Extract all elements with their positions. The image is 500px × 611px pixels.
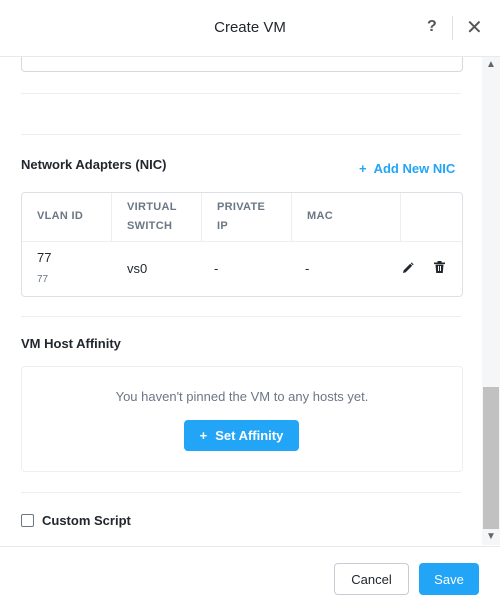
affinity-section-title: VM Host Affinity [21,336,121,351]
header-divider [452,16,453,40]
column-divider [400,193,401,241]
add-new-nic-link[interactable]: + Add New NIC [359,161,455,176]
column-header-line: PRIVATE [217,201,266,213]
dialog-title: Create VM [214,19,286,36]
virtual-switch-cell: vs0 [127,261,148,276]
mac-cell: - [305,261,310,276]
pencil-icon[interactable] [402,262,414,274]
column-header-vlan-id: VLAN ID [37,207,83,226]
affinity-empty-message: You haven't pinned the VM to any hosts y… [115,389,369,404]
dialog-header: Create VM ? ✕ [0,0,500,57]
plus-icon: + [359,161,367,176]
dialog-body[interactable]: Network Adapters (NIC) + Add New NIC VLAN… [0,57,482,545]
section-divider [21,492,461,493]
scroll-up-arrow-icon[interactable]: ▲ [486,59,496,70]
vlan-id-cell: 77 [37,250,52,265]
set-affinity-button[interactable]: + Set Affinity [184,420,299,451]
save-button[interactable]: Save [419,563,479,595]
cancel-button[interactable]: Cancel [334,563,409,595]
close-icon[interactable]: ✕ [466,16,483,40]
column-header-line: SWITCH [127,220,173,232]
custom-script-label: Custom Script [42,513,131,528]
column-header-line: VIRTUAL [127,201,177,213]
section-divider [21,316,461,317]
column-divider [201,193,202,241]
affinity-empty-state: You haven't pinned the VM to any hosts y… [21,366,463,472]
previous-field-textbox[interactable] [21,57,463,72]
column-header-line: MAC [307,210,333,222]
column-header-virtual-switch: VIRTUAL SWITCH [127,198,177,236]
vlan-id-subvalue: 77 [37,274,49,285]
private-ip-cell: - [214,261,219,276]
trash-icon[interactable] [434,261,445,273]
dialog-footer: Cancel Save [0,546,500,611]
column-header-private-ip: PRIVATE IP [217,198,265,236]
column-header-mac: MAC [307,207,333,226]
nic-table: VLAN ID VIRTUAL SWITCH PRIVATE IP MAC 77… [21,192,463,297]
nic-section-title: Network Adapters (NIC) [21,157,167,172]
column-header-line: VLAN ID [37,210,84,222]
section-divider [21,93,461,94]
set-affinity-label: Set Affinity [215,428,284,443]
plus-icon: + [199,428,208,443]
custom-script-option[interactable]: Custom Script [21,513,131,528]
column-divider [291,193,292,241]
scroll-down-arrow-icon[interactable]: ▼ [486,531,496,542]
add-new-nic-label: Add New NIC [373,161,456,176]
scrollbar-thumb[interactable] [483,387,499,529]
custom-script-checkbox[interactable] [21,514,34,527]
vertical-scrollbar[interactable]: ▲ ▼ [482,57,500,545]
column-divider [111,193,112,241]
help-icon[interactable]: ? [427,18,437,36]
column-header-line: IP [217,220,228,232]
nic-table-header: VLAN ID VIRTUAL SWITCH PRIVATE IP MAC [22,193,462,242]
section-divider [21,134,461,135]
